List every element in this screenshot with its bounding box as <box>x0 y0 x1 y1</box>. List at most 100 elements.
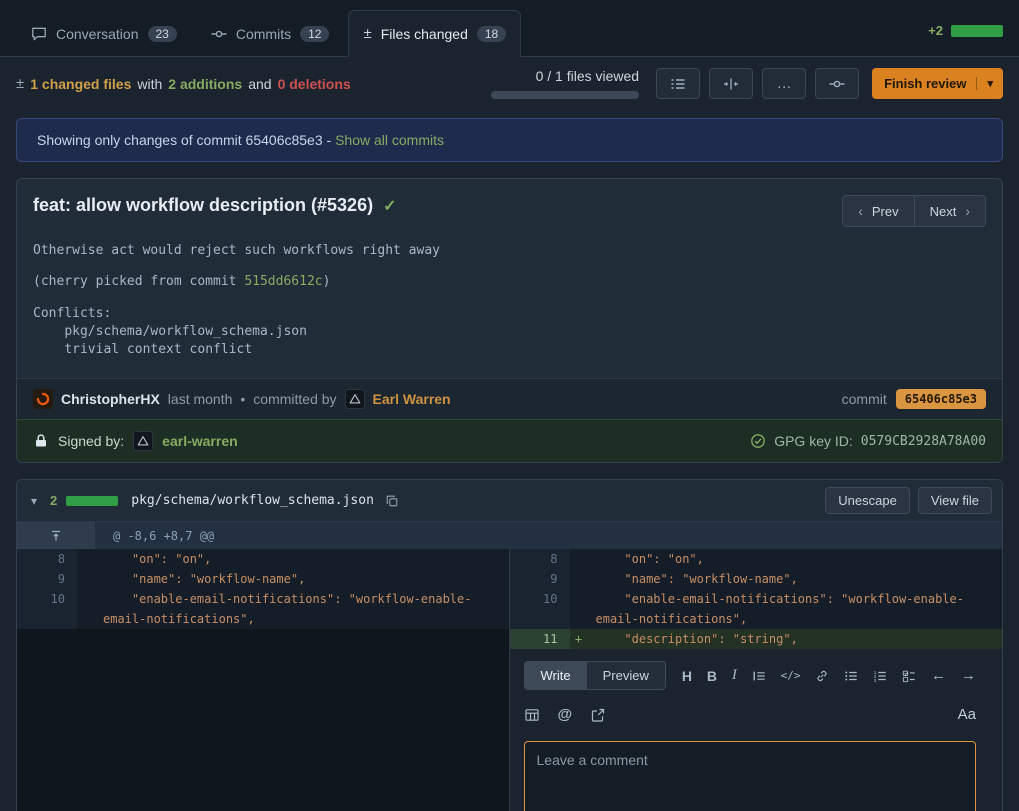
lock-icon <box>33 433 49 449</box>
tab-label: Files changed <box>381 26 468 42</box>
signer-name[interactable]: earl-warren <box>162 433 237 449</box>
next-label: Next <box>930 204 957 219</box>
prev-label: Prev <box>872 204 899 219</box>
bullet-separator: • <box>240 391 245 407</box>
view-file-button[interactable]: View file <box>918 487 992 514</box>
diff-line[interactable]: 9 "name": "workflow-name", <box>510 569 1003 589</box>
diff-line-added[interactable]: 11 + "description": "string", <box>510 629 1003 649</box>
tab-label: Commits <box>236 26 291 42</box>
code-icon[interactable]: </> <box>781 669 801 682</box>
commit-message-line: (cherry picked from commit 515dd6612c) <box>33 274 986 290</box>
cherry-commit-link[interactable]: 515dd6612c <box>244 274 322 289</box>
line-sign <box>77 569 95 589</box>
diff-line[interactable]: 8 "on": "on", <box>510 549 1003 569</box>
heading-icon[interactable]: H <box>682 668 692 684</box>
file-additions-count: 2 <box>50 493 57 508</box>
caret-down-icon: ▾ <box>976 77 1003 90</box>
commit-time: last month <box>168 391 233 407</box>
commit-card: feat: allow workflow description (#5326)… <box>16 178 1003 463</box>
text-size-icon[interactable]: Aa <box>958 706 976 723</box>
diff-old-column: 8 "on": "on", 9 "name": "workflow-name",… <box>17 549 510 811</box>
gpg-key-value: 0579CB2928A78A00 <box>861 434 986 449</box>
signed-banner: Signed by: earl-warren GPG key ID: 0579C… <box>17 419 1002 462</box>
author-name[interactable]: ChristopherHX <box>61 391 160 407</box>
files-summary-row: ± 1 changed files with 2 additions and 0… <box>0 57 1019 112</box>
preview-tab[interactable]: Preview <box>587 662 665 689</box>
diff-line[interactable]: 10 "enable-email-notifications": "workfl… <box>17 589 509 629</box>
mention-icon[interactable]: @ <box>558 706 573 723</box>
banner-text: Showing only changes of commit 65406c85e… <box>37 132 331 148</box>
commit-card-header: feat: allow workflow description (#5326)… <box>17 179 1002 241</box>
files-viewed: 0 / 1 files viewed <box>491 68 639 99</box>
ordered-list-icon[interactable]: 123 <box>873 669 887 683</box>
signed-by-label: Signed by: <box>58 433 124 449</box>
commit-title: feat: allow workflow description (#5326)… <box>33 195 396 216</box>
diff-split-view: 8 "on": "on", 9 "name": "workflow-name",… <box>17 549 1002 811</box>
line-number: 10 <box>510 589 570 629</box>
write-tab[interactable]: Write <box>525 662 587 689</box>
chevron-left-icon: ‹ <box>858 203 863 219</box>
unified-view-button[interactable] <box>656 68 700 99</box>
line-number: 10 <box>17 589 77 629</box>
copy-path-icon[interactable] <box>385 494 399 508</box>
table-icon[interactable] <box>524 707 540 723</box>
show-all-commits-link[interactable]: Show all commits <box>335 132 444 148</box>
pr-tab-bar: Conversation 23 Commits 12 ± Files chang… <box>0 0 1019 57</box>
tab-files-changed[interactable]: ± Files changed 18 <box>348 10 521 57</box>
comment-input[interactable] <box>524 741 977 811</box>
commit-author-row: ChristopherHX last month • committed by … <box>17 378 1002 419</box>
expand-hunk-button[interactable] <box>17 522 95 549</box>
arrow-right-icon[interactable]: → <box>961 667 976 684</box>
commit-hash-badge[interactable]: 65406c85e3 <box>896 389 986 409</box>
reference-icon[interactable] <box>590 707 606 723</box>
gpg-key-info: GPG key ID: 0579CB2928A78A00 <box>750 433 986 449</box>
commit-icon <box>211 26 227 42</box>
file-diff: ▾ 2 pkg/schema/workflow_schema.json Unes… <box>16 479 1003 811</box>
committer-name[interactable]: Earl Warren <box>373 391 451 407</box>
tab-commits[interactable]: Commits 12 <box>196 10 345 57</box>
italic-icon[interactable]: I <box>732 667 737 684</box>
file-actions: Unescape View file <box>825 487 992 514</box>
diff-new-column: 8 "on": "on", 9 "name": "workflow-name",… <box>510 549 1003 811</box>
files-viewed-label: 0 / 1 files viewed <box>536 68 640 84</box>
committer-avatar[interactable] <box>345 389 365 409</box>
next-commit-button[interactable]: Next › <box>914 195 986 227</box>
signer-avatar[interactable] <box>133 431 153 451</box>
diff-line[interactable]: 8 "on": "on", <box>17 549 509 569</box>
line-code: "on": "on", <box>588 549 1003 569</box>
file-name: pkg/schema/workflow_schema.json <box>131 493 374 508</box>
more-options-button[interactable]: … <box>762 68 806 99</box>
line-number: 11 <box>510 629 570 649</box>
finish-review-button[interactable]: Finish review ▾ <box>872 68 1003 99</box>
diff-icon: ± <box>363 25 371 42</box>
line-sign <box>570 569 588 589</box>
unordered-list-icon[interactable] <box>844 669 858 683</box>
commit-hash-group: commit 65406c85e3 <box>842 389 986 409</box>
tab-conversation[interactable]: Conversation 23 <box>16 10 192 57</box>
quote-icon[interactable] <box>752 669 766 683</box>
link-icon[interactable] <box>815 669 829 683</box>
diff-line[interactable]: 10 "enable-email-notifications": "workfl… <box>510 589 1003 629</box>
unescape-button[interactable]: Unescape <box>825 487 910 514</box>
commit-select-button[interactable] <box>815 68 859 99</box>
cherry-pick-text: (cherry picked from commit <box>33 274 244 289</box>
collapse-file-icon[interactable]: ▾ <box>27 494 41 508</box>
verified-icon <box>750 433 766 449</box>
prev-commit-button[interactable]: ‹ Prev <box>842 195 914 227</box>
arrow-left-icon[interactable]: ← <box>931 667 946 684</box>
additions-count: 2 additions <box>168 76 242 92</box>
hunk-header: @ -8,6 +8,7 @@ <box>95 522 1002 549</box>
author-avatar[interactable] <box>33 389 53 409</box>
commit-title-text: feat: allow workflow description (#5326) <box>33 195 373 216</box>
diff-line[interactable]: 9 "name": "workflow-name", <box>17 569 509 589</box>
line-sign <box>570 589 588 629</box>
bold-icon[interactable]: B <box>707 668 717 684</box>
commit-label: commit <box>842 391 887 407</box>
deletions-count: 0 deletions <box>278 76 351 92</box>
files-viewed-progress <box>491 91 639 99</box>
task-list-icon[interactable] <box>902 669 916 683</box>
tab-label: Conversation <box>56 26 139 42</box>
split-view-button[interactable] <box>709 68 753 99</box>
line-code: "name": "workflow-name", <box>588 569 1003 589</box>
cherry-pick-text: ) <box>323 274 331 289</box>
